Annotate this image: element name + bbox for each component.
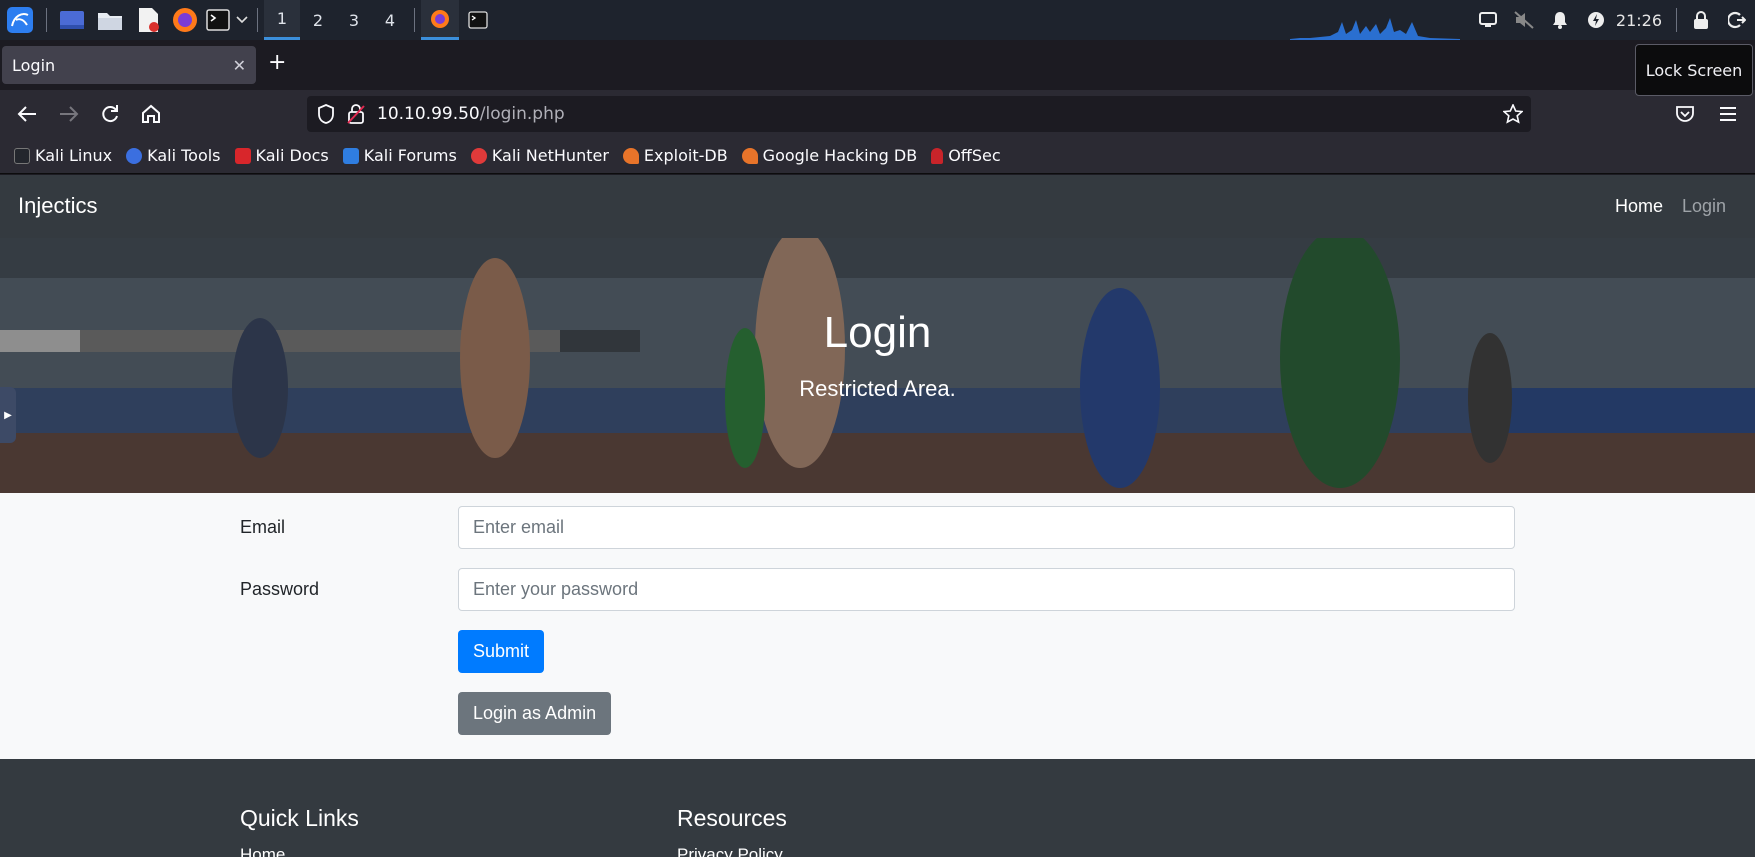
lock-screen-tooltip: Lock Screen bbox=[1635, 44, 1753, 96]
url-bar[interactable]: 10.10.99.50/login.php bbox=[307, 96, 1531, 132]
bookmark-label: Exploit-DB bbox=[643, 146, 728, 165]
bookmark-kali-forums[interactable]: Kali Forums bbox=[342, 146, 457, 165]
terminal-window-button[interactable] bbox=[459, 0, 497, 40]
insecure-lock-icon[interactable] bbox=[347, 104, 373, 124]
notification-bell-icon[interactable] bbox=[1542, 0, 1578, 40]
bookmark-label: Kali NetHunter bbox=[491, 146, 609, 165]
bookmark-offsec[interactable]: OffSec bbox=[931, 146, 1001, 165]
hero-subtitle: Restricted Area. bbox=[799, 376, 956, 401]
tab-login[interactable]: Login ✕ bbox=[2, 46, 256, 84]
kali-tools-icon bbox=[126, 147, 143, 164]
file-manager-icon[interactable] bbox=[91, 0, 129, 40]
taskbar-separator bbox=[414, 8, 415, 32]
quick-links-heading: Quick Links bbox=[240, 805, 359, 831]
hero-title: Login bbox=[823, 308, 932, 357]
workspace-3[interactable]: 3 bbox=[336, 0, 372, 40]
display-icon[interactable] bbox=[1470, 0, 1506, 40]
site-footer: Quick Links Home Resources Privacy Polic… bbox=[0, 759, 1755, 857]
kali-dragon-icon bbox=[14, 147, 30, 164]
bookmark-label: Kali Forums bbox=[363, 146, 457, 165]
bookmark-label: Kali Linux bbox=[35, 146, 113, 165]
nethunter-icon bbox=[470, 147, 487, 164]
workspace-1[interactable]: 1 bbox=[264, 0, 300, 40]
bookmark-google-hacking-db[interactable]: Google Hacking DB bbox=[741, 146, 918, 165]
bookmark-kali-tools[interactable]: Kali Tools bbox=[126, 146, 221, 165]
email-label: Email bbox=[240, 517, 286, 537]
bookmark-label: OffSec bbox=[948, 146, 1001, 165]
sidebar-drag-handle[interactable]: ▶ bbox=[0, 387, 16, 443]
login-form: Email Password Submit Login as Admin bbox=[0, 493, 1755, 759]
hero-banner: Login Restricted Area. bbox=[0, 238, 1755, 493]
cpu-monitor-graph bbox=[1290, 18, 1460, 40]
forward-arrow-icon[interactable] bbox=[55, 100, 83, 128]
submit-button[interactable]: Submit bbox=[458, 630, 545, 673]
taskbar-separator bbox=[46, 8, 47, 32]
bookmark-label: Google Hacking DB bbox=[762, 146, 918, 165]
bookmarks-toolbar: Kali Linux Kali Tools Kali Docs Kali For… bbox=[0, 138, 1755, 174]
browser-tab-bar: Login ✕ bbox=[0, 40, 1755, 90]
firefox-launcher-icon[interactable] bbox=[167, 0, 203, 40]
logout-icon[interactable] bbox=[1719, 0, 1755, 40]
bookmark-kali-nethunter[interactable]: Kali NetHunter bbox=[470, 146, 609, 165]
password-field[interactable] bbox=[458, 568, 1515, 611]
exploit-db-icon bbox=[622, 147, 639, 164]
footer-privacy-policy-link[interactable]: Privacy Policy bbox=[677, 845, 783, 857]
taskbar-separator bbox=[1676, 8, 1677, 32]
system-tray: 21:26 bbox=[1470, 0, 1755, 40]
back-arrow-icon[interactable] bbox=[13, 100, 41, 128]
home-icon[interactable] bbox=[137, 100, 165, 128]
url-host: 10.10.99.50 bbox=[377, 104, 480, 124]
kali-forums-icon bbox=[342, 147, 359, 164]
footer-home-link[interactable]: Home bbox=[240, 845, 285, 857]
nav-login-link[interactable]: Login bbox=[1682, 196, 1726, 217]
hero-overlay bbox=[0, 238, 1755, 493]
ghdb-icon bbox=[741, 147, 758, 164]
chevron-down-icon[interactable] bbox=[233, 0, 251, 40]
bookmark-exploit-db[interactable]: Exploit-DB bbox=[622, 146, 728, 165]
browser-toolbar: 10.10.99.50/login.php bbox=[0, 90, 1755, 138]
bookmark-label: Kali Tools bbox=[147, 146, 221, 165]
shield-icon[interactable] bbox=[317, 104, 339, 124]
workspace-4[interactable]: 4 bbox=[372, 0, 408, 40]
web-page: Injectics Home Login Login Restricted Ar… bbox=[0, 175, 1755, 857]
url-path: /login.php bbox=[479, 104, 565, 124]
terminal-launcher-icon[interactable] bbox=[203, 0, 233, 40]
resources-heading: Resources bbox=[677, 805, 787, 831]
clock[interactable]: 21:26 bbox=[1614, 11, 1670, 30]
site-navbar: Injectics Home Login bbox=[0, 175, 1755, 238]
site-brand[interactable]: Injectics bbox=[18, 193, 97, 219]
hamburger-menu-icon[interactable] bbox=[1714, 100, 1742, 128]
show-desktop-icon[interactable] bbox=[53, 0, 91, 40]
bookmark-kali-linux[interactable]: Kali Linux bbox=[14, 146, 112, 165]
password-label: Password bbox=[240, 579, 320, 599]
lock-icon[interactable] bbox=[1683, 0, 1719, 40]
kali-menu-icon[interactable] bbox=[0, 0, 40, 40]
text-editor-icon[interactable] bbox=[129, 0, 167, 40]
taskbar-separator bbox=[257, 8, 258, 32]
nav-home-link[interactable]: Home bbox=[1615, 196, 1663, 217]
login-as-admin-button[interactable]: Login as Admin bbox=[458, 692, 612, 735]
offsec-icon bbox=[931, 147, 944, 164]
close-icon[interactable]: ✕ bbox=[233, 56, 246, 75]
pocket-icon[interactable] bbox=[1671, 100, 1699, 128]
bookmark-kali-docs[interactable]: Kali Docs bbox=[234, 146, 329, 165]
tab-title: Login bbox=[12, 55, 56, 75]
reload-icon[interactable] bbox=[96, 100, 124, 128]
bookmark-star-icon[interactable] bbox=[1503, 104, 1523, 124]
volume-muted-icon[interactable] bbox=[1506, 0, 1542, 40]
kali-docs-icon bbox=[234, 147, 251, 164]
power-manager-icon[interactable] bbox=[1578, 0, 1614, 40]
bookmark-label: Kali Docs bbox=[255, 146, 329, 165]
email-field[interactable] bbox=[458, 506, 1515, 549]
new-tab-plus-icon[interactable]: + bbox=[268, 50, 286, 75]
workspace-2[interactable]: 2 bbox=[300, 0, 336, 40]
firefox-window-button[interactable] bbox=[421, 0, 459, 40]
